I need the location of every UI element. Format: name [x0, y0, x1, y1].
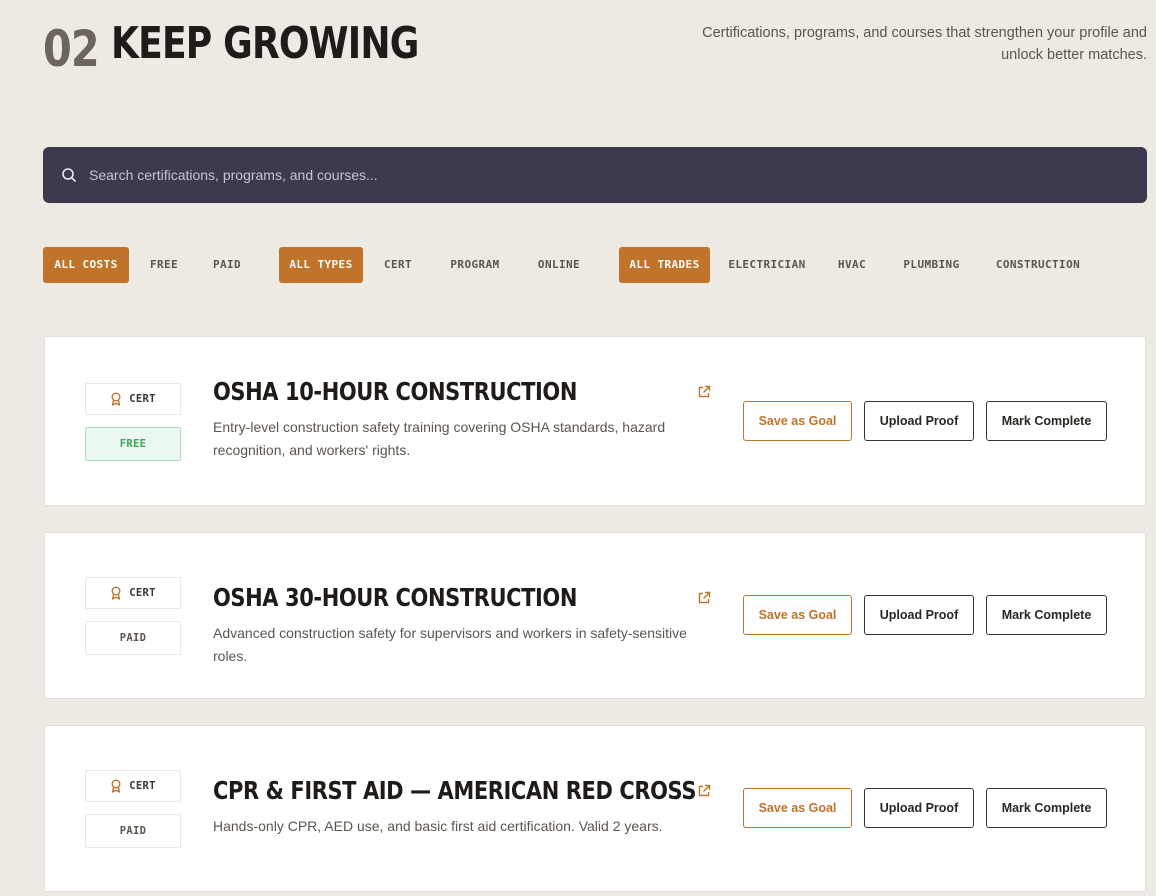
- section-header: 02 KEEP GROWING Certifications, programs…: [43, 14, 1147, 84]
- type-label: CERT: [129, 587, 156, 599]
- mark-complete-button[interactable]: Mark Complete: [986, 788, 1107, 828]
- filter-cert[interactable]: CERT: [374, 247, 422, 283]
- course-card: CERT PAID OSHA 30-HOUR CONSTRUCTION Adva…: [44, 532, 1146, 699]
- filter-construction[interactable]: CONSTRUCTION: [988, 247, 1088, 283]
- save-as-goal-button[interactable]: Save as Goal: [743, 401, 852, 441]
- filter-online[interactable]: ONLINE: [528, 247, 590, 283]
- filter-bar: ALL COSTS FREE PAID ALL TYPES CERT PROGR…: [43, 247, 1147, 283]
- filter-free[interactable]: FREE: [140, 247, 188, 283]
- course-title: CPR & FIRST AID — AMERICAN RED CROSS: [213, 776, 697, 805]
- mark-complete-button[interactable]: Mark Complete: [986, 595, 1107, 635]
- search-input[interactable]: [89, 167, 1147, 183]
- filter-all-types[interactable]: ALL TYPES: [279, 247, 363, 283]
- type-label: CERT: [129, 780, 156, 792]
- course-title: OSHA 10-HOUR CONSTRUCTION: [213, 377, 578, 406]
- section-description: Certifications, programs, and courses th…: [702, 25, 1147, 63]
- external-link-icon[interactable]: [697, 784, 711, 798]
- course-card: CERT PAID CPR & FIRST AID — AMERICAN RED…: [44, 725, 1146, 892]
- course-description: Hands-only CPR, AED use, and basic first…: [213, 818, 663, 834]
- filter-paid[interactable]: PAID: [203, 247, 251, 283]
- external-link-icon[interactable]: [697, 591, 711, 605]
- type-label: CERT: [129, 393, 156, 405]
- course-description: Entry-level construction safety training…: [213, 419, 666, 458]
- type-badge: CERT: [85, 577, 181, 609]
- course-card: CERT FREE OSHA 10-HOUR CONSTRUCTION Entr…: [44, 336, 1146, 506]
- type-badge: CERT: [85, 770, 181, 802]
- cost-badge: PAID: [85, 621, 181, 655]
- search-bar[interactable]: [43, 147, 1147, 203]
- award-icon: [110, 586, 122, 600]
- award-icon: [110, 779, 122, 793]
- upload-proof-button[interactable]: Upload Proof: [864, 595, 974, 635]
- filter-all-costs[interactable]: ALL COSTS: [43, 247, 129, 283]
- search-icon: [61, 167, 77, 183]
- save-as-goal-button[interactable]: Save as Goal: [743, 788, 852, 828]
- filter-all-trades[interactable]: ALL TRADES: [619, 247, 710, 283]
- course-description: Advanced construction safety for supervi…: [213, 625, 687, 664]
- mark-complete-button[interactable]: Mark Complete: [986, 401, 1107, 441]
- external-link-icon[interactable]: [697, 385, 711, 399]
- filter-plumbing[interactable]: PLUMBING: [895, 247, 968, 283]
- section-number: 02: [43, 20, 100, 78]
- upload-proof-button[interactable]: Upload Proof: [864, 401, 974, 441]
- cost-badge: FREE: [85, 427, 181, 461]
- type-badge: CERT: [85, 383, 181, 415]
- save-as-goal-button[interactable]: Save as Goal: [743, 595, 852, 635]
- filter-program[interactable]: PROGRAM: [440, 247, 510, 283]
- upload-proof-button[interactable]: Upload Proof: [864, 788, 974, 828]
- cost-badge: PAID: [85, 814, 181, 848]
- award-icon: [110, 392, 122, 406]
- filter-electrician[interactable]: ELECTRICIAN: [723, 247, 811, 283]
- course-title: OSHA 30-HOUR CONSTRUCTION: [213, 583, 578, 612]
- filter-hvac[interactable]: HVAC: [830, 247, 874, 283]
- page-title: KEEP GROWING: [111, 18, 419, 69]
